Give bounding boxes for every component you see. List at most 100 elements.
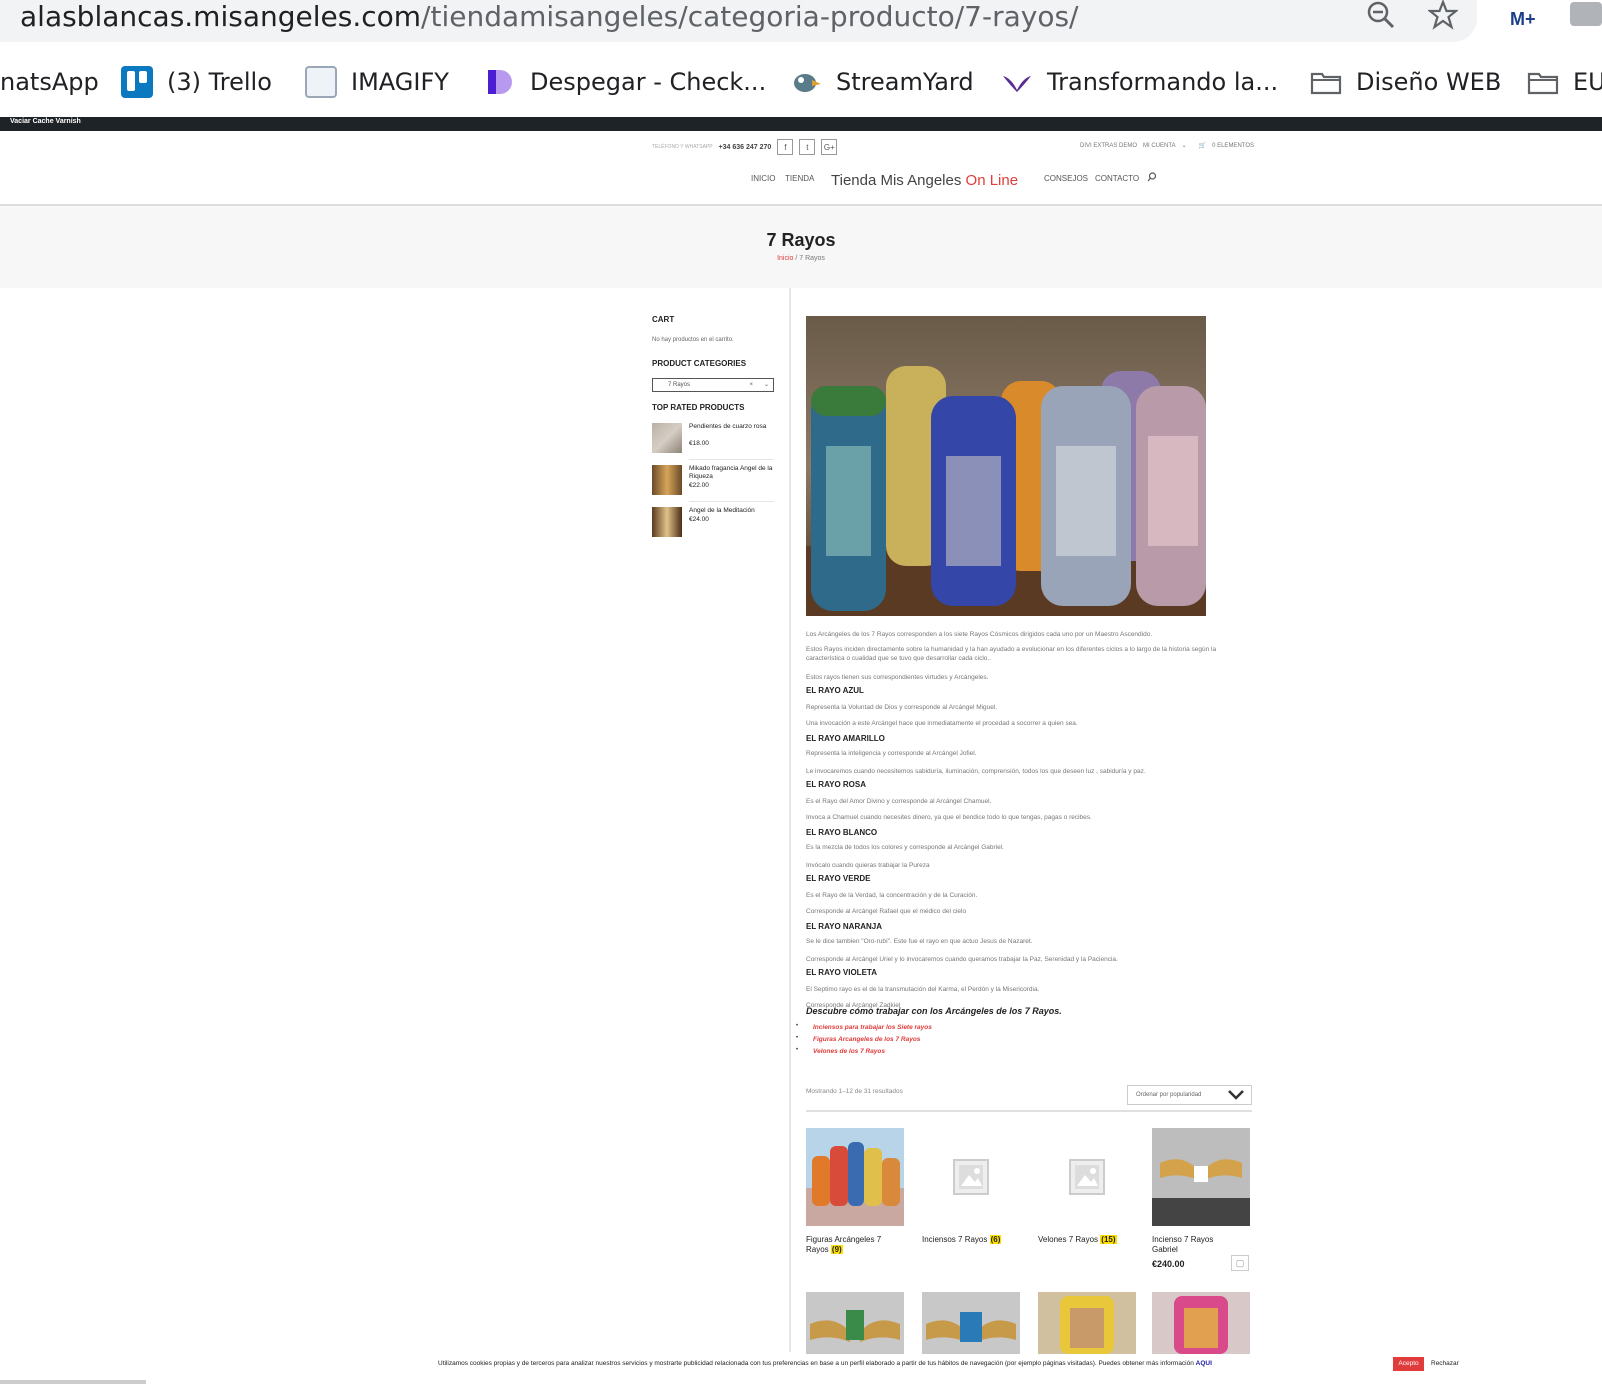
ray-text: El Septimo rayo es el de la transmutació… xyxy=(806,986,1040,993)
my-account-link[interactable]: MI CUENTA xyxy=(1143,143,1176,149)
facebook-icon[interactable]: f xyxy=(777,139,794,155)
category-select[interactable]: 7 Rayos × ⌄ xyxy=(652,378,774,392)
zoom-icon[interactable] xyxy=(1366,0,1396,36)
bookmark-despegar[interactable]: Despegar - Check... xyxy=(484,64,766,100)
folder-icon xyxy=(1527,66,1559,98)
cookie-info-link[interactable]: AQUI xyxy=(1196,1360,1212,1367)
product-price: €24.00 xyxy=(689,516,709,523)
orderby-select[interactable]: Ordenar por popularidad xyxy=(1127,1085,1252,1105)
top-links: DIVI EXTRAS DEMO MI CUENTA ⌄ 🛒 0 ELEMENT… xyxy=(1080,142,1254,150)
category-selected-value: 7 Rayos xyxy=(668,382,691,388)
twitter-icon[interactable]: t xyxy=(799,139,816,155)
extension-icon[interactable] xyxy=(1570,2,1602,26)
url-text[interactable]: alasblancas.misangeles.com/tiendamisange… xyxy=(20,0,1078,34)
product-placeholder-image[interactable] xyxy=(922,1128,1020,1226)
bookmark-folder-eu[interactable]: EU xyxy=(1527,64,1602,100)
product-title[interactable]: Figuras Arcángeles 7 Rayos (9) xyxy=(806,1235,906,1255)
ray-heading-amarillo: EL RAYO AMARILLO xyxy=(806,734,885,743)
phone-number: +34 636 247 270 xyxy=(718,143,772,151)
add-to-cart-button[interactable]: ▢ xyxy=(1231,1255,1249,1271)
wings-logo-icon xyxy=(1001,66,1033,98)
product-name[interactable]: Angel de la Meditación xyxy=(689,507,774,515)
bookmarks-bar: natsApp (3) Trello IMAGIFY Despegar - Ch… xyxy=(0,58,1602,106)
breadcrumb-current: 7 Rayos xyxy=(799,255,825,262)
ray-text: Representa la inteligencia y corresponde… xyxy=(806,750,977,757)
page-title-bar: 7 Rayos Inicio / 7 Rayos xyxy=(0,206,1602,288)
google-plus-icon[interactable]: G+ xyxy=(821,139,838,155)
admin-bar-item[interactable]: Vaciar Cache Varnish xyxy=(10,118,81,125)
product-image[interactable] xyxy=(1038,1292,1136,1354)
bookmark-trello[interactable]: (3) Trello xyxy=(121,64,272,100)
product-thumbnail[interactable] xyxy=(652,465,682,495)
bookmark-streamyard[interactable]: StreamYard xyxy=(790,64,974,100)
nav-consejos[interactable]: CONSEJOS xyxy=(1044,174,1088,183)
divider xyxy=(689,501,774,502)
link-inciensos[interactable]: Inciensos para trabajar los Siete rayos xyxy=(813,1024,932,1031)
ray-text: Una invocación a este Arcángel hace que … xyxy=(806,720,1078,727)
product-title[interactable]: Velones 7 Rayos (15) xyxy=(1038,1235,1138,1245)
ray-text: Es la mezcla de todos los colores y corr… xyxy=(806,844,1004,851)
product-image[interactable] xyxy=(1152,1128,1250,1226)
intro-paragraph: Estos rayos tienen sus correspondientes … xyxy=(806,674,989,681)
top-rated-item[interactable]: Pendientes de cuarzo rosa €18.00 xyxy=(652,423,774,461)
product-name[interactable]: Pendientes de cuarzo rosa xyxy=(689,423,774,431)
product-count-badge: (15) xyxy=(1100,1235,1117,1244)
divider xyxy=(689,459,774,460)
bookmark-folder-diseno[interactable]: Diseño WEB xyxy=(1310,64,1501,100)
divi-extras-link[interactable]: DIVI EXTRAS DEMO xyxy=(1080,143,1137,149)
page-title: 7 Rayos xyxy=(766,230,836,250)
result-count: Mostrando 1–12 de 31 resultados xyxy=(806,1088,903,1095)
ray-heading-rosa: EL RAYO ROSA xyxy=(806,780,867,789)
imagify-icon xyxy=(305,66,337,98)
product-title[interactable]: Inciensos 7 Rayos (6) xyxy=(922,1235,1022,1245)
product-thumbnail[interactable] xyxy=(652,507,682,537)
cart-empty-text: No hay productos en el carrito. xyxy=(652,337,734,343)
chevron-down-icon: ⌄ xyxy=(1181,143,1187,149)
site-logo[interactable]: Tienda Mis Angeles On Line xyxy=(831,172,1018,189)
product-count-badge: (9) xyxy=(830,1245,843,1254)
nav-tienda[interactable]: TIENDA xyxy=(785,174,814,183)
ray-text: Se le dice tambien "Oro-rubí". Este fue … xyxy=(806,938,1033,945)
chevron-down-icon[interactable] xyxy=(1227,1086,1245,1103)
nav-inicio[interactable]: INICIO xyxy=(751,174,775,183)
bookmark-transformando[interactable]: Transformando la... xyxy=(1001,64,1278,100)
search-icon[interactable] xyxy=(1147,172,1157,184)
product-image[interactable] xyxy=(806,1292,904,1354)
bookmark-whatsapp[interactable]: natsApp xyxy=(0,64,99,100)
product-price: €240.00 xyxy=(1152,1259,1185,1269)
intro-paragraph: Los Arcángeles de los 7 Rayos correspond… xyxy=(806,631,1153,638)
top-rated-item[interactable]: Mikado fragancia Angel de la Riqueza €22… xyxy=(652,465,774,503)
intro-paragraph: Estos Rayos inciden directamente sobre l… xyxy=(806,646,1217,662)
nav-contacto[interactable]: CONTACTO xyxy=(1095,174,1139,183)
product-image[interactable] xyxy=(922,1292,1020,1354)
star-icon[interactable] xyxy=(1426,0,1460,36)
url-path: /tiendamisangeles/categoria-producto/7-r… xyxy=(421,0,1079,33)
product-placeholder-image[interactable] xyxy=(1038,1128,1136,1226)
link-velones[interactable]: Velones de los 7 Rayos xyxy=(813,1048,885,1055)
reject-cookies-button[interactable]: Rechazar xyxy=(1431,1360,1459,1367)
list-bullet: • xyxy=(796,1023,799,1029)
browser-url-bar[interactable]: alasblancas.misangeles.com/tiendamisange… xyxy=(0,0,1602,42)
category-hero-image xyxy=(806,316,1206,616)
product-name[interactable]: Mikado fragancia Angel de la Riqueza xyxy=(689,465,774,481)
discover-heading: Descubre cómo trabajar con los Arcángele… xyxy=(806,1006,1062,1016)
product-thumbnail[interactable] xyxy=(652,423,682,453)
product-image[interactable] xyxy=(1152,1292,1250,1354)
product-count-badge: (6) xyxy=(989,1235,1002,1244)
link-figuras[interactable]: Figuras Arcangeles de los 7 Rayos xyxy=(813,1036,920,1043)
product-title[interactable]: Incienso 7 Rayos Gabriel xyxy=(1152,1235,1237,1255)
movistar-extension-icon[interactable]: M+ xyxy=(1510,4,1536,34)
despegar-icon xyxy=(484,66,516,98)
wp-admin-bar: Vaciar Cache Varnish xyxy=(0,117,1602,131)
cart-items-link[interactable]: 0 ELEMENTOS xyxy=(1212,143,1254,149)
product-image[interactable] xyxy=(806,1128,904,1226)
ray-text: Es el Rayo del Amor Divino y corresponde… xyxy=(806,798,992,805)
top-rated-item[interactable]: Angel de la Meditación €24.00 xyxy=(652,507,774,545)
chevron-down-icon[interactable]: ⌄ xyxy=(764,379,769,391)
list-bullet: • xyxy=(796,1035,799,1041)
breadcrumb-home[interactable]: Inicio xyxy=(777,255,793,262)
bookmark-imagify[interactable]: IMAGIFY xyxy=(305,64,449,100)
ray-heading-azul: EL RAYO AZUL xyxy=(806,686,864,695)
clear-icon[interactable]: × xyxy=(749,379,753,391)
accept-cookies-button[interactable]: Acepto xyxy=(1393,1357,1424,1371)
